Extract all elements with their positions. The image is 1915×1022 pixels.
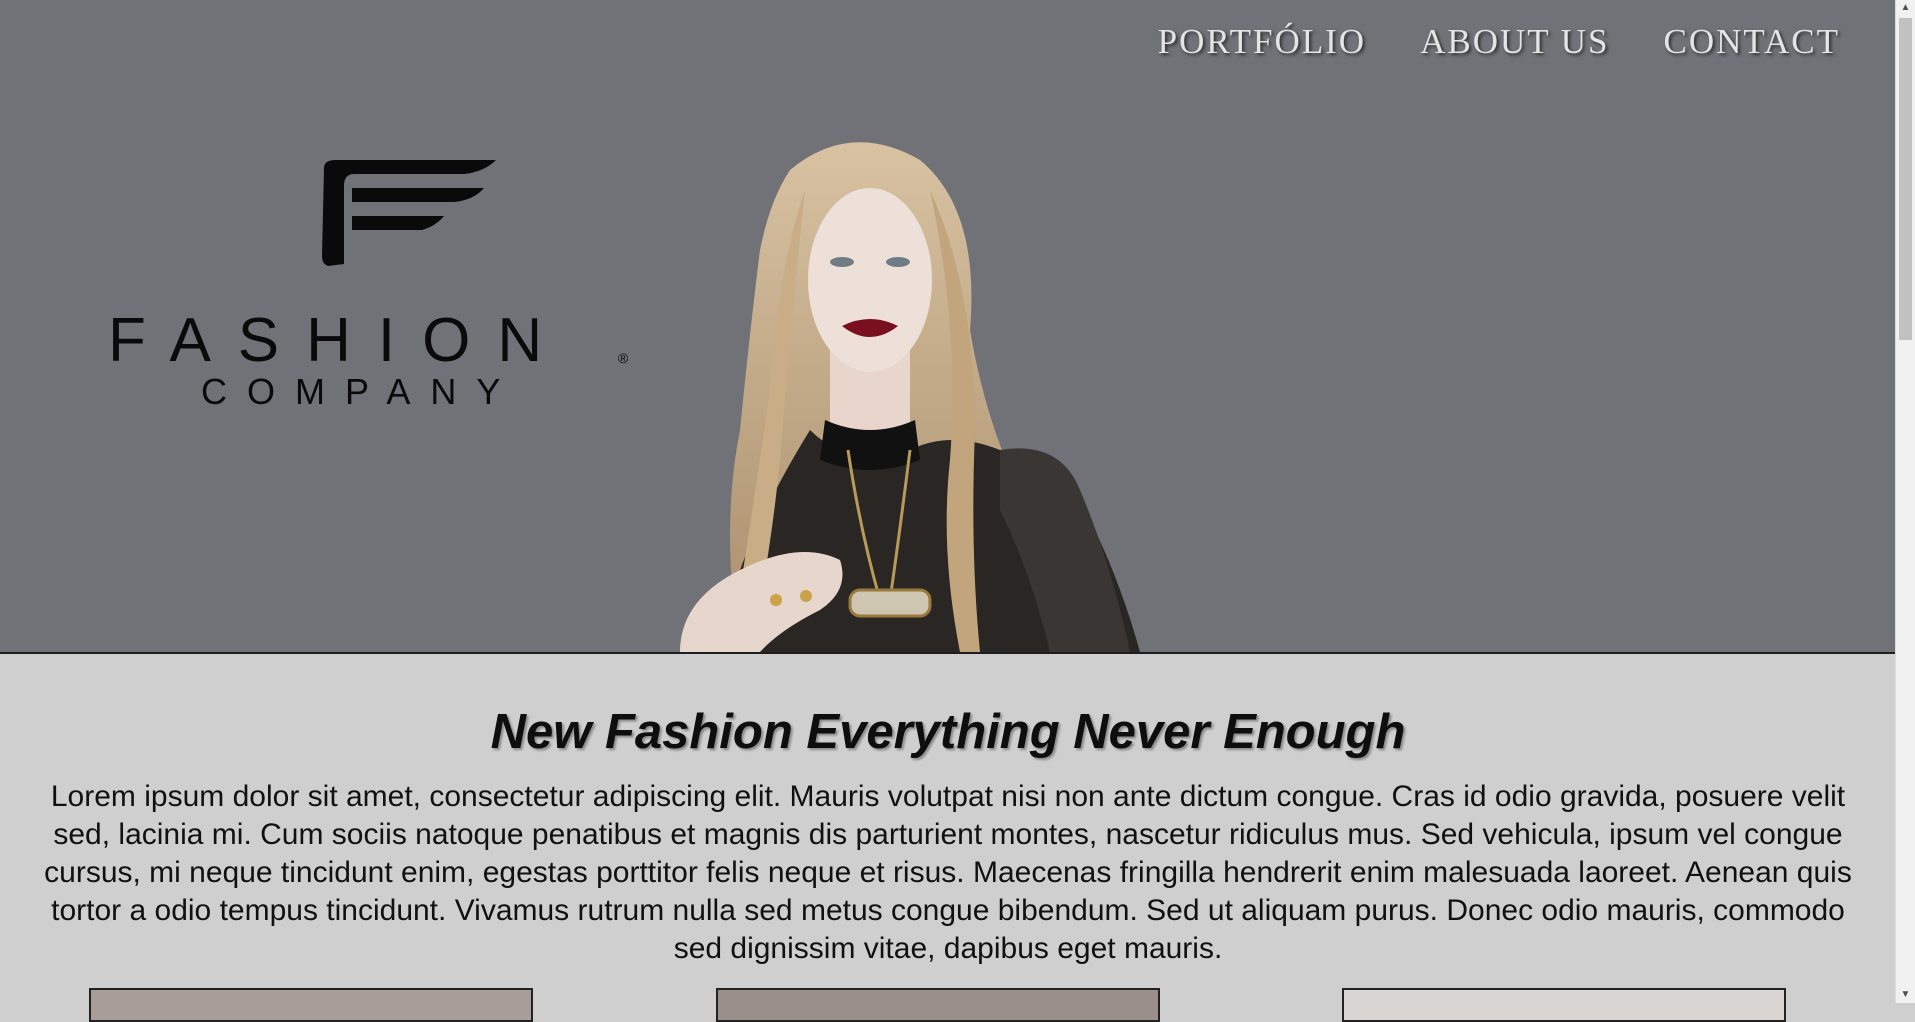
hero-model-image <box>680 142 1140 652</box>
nav-link-about-us[interactable]: ABOUT US <box>1420 22 1609 62</box>
scroll-up-arrow-icon[interactable]: ▲ <box>1896 0 1915 16</box>
main-nav: PORTFÓLIO ABOUT US CONTACT <box>1158 22 1840 62</box>
hero-banner: PORTFÓLIO ABOUT US CONTACT FASHION ® COM… <box>0 0 1896 654</box>
gallery-thumbnail[interactable] <box>89 988 533 1022</box>
intro-section: New Fashion Everything Never Enough Lore… <box>0 654 1896 1003</box>
nav-link-contact[interactable]: CONTACT <box>1664 22 1840 62</box>
logo-wordmark: FASHION <box>108 306 570 375</box>
gallery-thumbnail[interactable] <box>716 988 1160 1022</box>
scrollbar-thumb[interactable] <box>1899 18 1912 340</box>
brand-logo[interactable]: FASHION ® COMPANY <box>108 160 638 410</box>
logo-wing-mark-icon <box>322 160 496 266</box>
gallery-thumbnail[interactable] <box>1342 988 1786 1022</box>
logo-subtitle: COMPANY <box>201 371 521 412</box>
scroll-down-arrow-icon[interactable]: ▼ <box>1896 987 1915 1003</box>
nav-link-portfolio[interactable]: PORTFÓLIO <box>1158 22 1366 62</box>
intro-paragraph: Lorem ipsum dolor sit amet, consectetur … <box>44 780 1852 965</box>
page-headline: New Fashion Everything Never Enough <box>490 705 1406 759</box>
vertical-scrollbar[interactable]: ▲ ▼ <box>1895 0 1915 1003</box>
